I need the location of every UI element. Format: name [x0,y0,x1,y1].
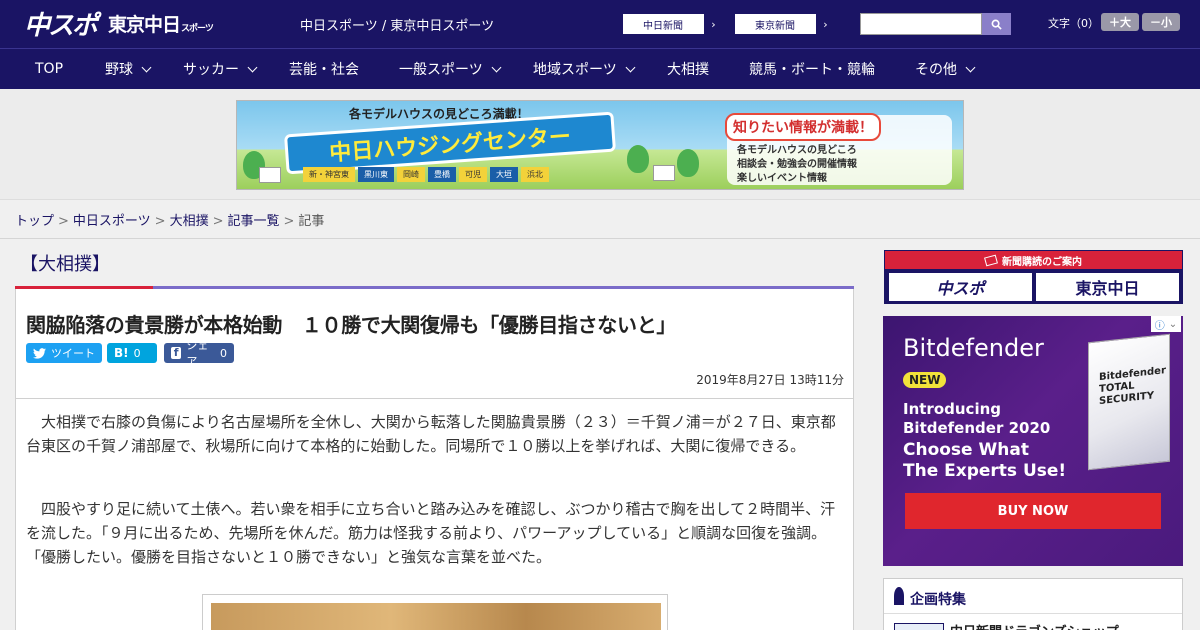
site-header: 中スポ 東京中日スポーツ 中日スポーツ / 東京中日スポーツ 中日新聞 › 東京… [0,0,1200,48]
tokyo-shimbun-link[interactable]: 東京新聞 › [734,13,836,35]
adchoices-icon[interactable]: ⓘ ⌄ [1151,316,1181,332]
banner-city: 豊橋 [428,167,456,182]
site-logo[interactable]: 中スポ 東京中日スポーツ [24,8,214,41]
breadcrumb-link-article-list[interactable]: 記事一覧 [228,214,280,229]
feature-title: 企画特集 [910,592,966,608]
main-nav: TOP 野球 サッカー 芸能・社会 一般スポーツ 地域スポーツ 大相撲 競馬・ボ… [0,48,1200,89]
chunichi-sports-logo[interactable]: 中スポ [24,5,98,42]
ad-line: Choose What [903,440,1029,460]
article-photo[interactable] [211,603,661,630]
facebook-icon: f [171,346,182,359]
nav-sumo[interactable]: 大相撲 [667,49,709,89]
newspaper-icon [984,254,998,266]
nav-soccer[interactable]: サッカー [183,49,258,89]
article-date: 2019年8月27日 13時11分 [696,373,844,387]
hatena-icon: B! [114,346,129,360]
chevron-down-icon [247,62,258,72]
chevron-right-icon: › [703,14,723,34]
banner-city-list: 新・神宮東 黒川東 岡崎 豊橋 可児 大垣 浜北 [303,167,549,182]
font-size-up-button[interactable]: ＋大 [1101,13,1139,31]
chevron-down-icon [965,62,976,72]
nav-general-sports[interactable]: 一般スポーツ [399,49,502,89]
font-size-down-button[interactable]: －小 [1142,13,1180,31]
site-title: 中日スポーツ / 東京中日スポーツ [300,19,495,34]
house-illustration [259,167,281,183]
ad-line: Introducing [903,400,1001,418]
section-title: 【大相撲】 [20,254,110,275]
subscribe-tokyo-chunichi-logo[interactable]: 東京中日 [1036,273,1179,301]
divider [884,613,1182,614]
banner-city: 浜北 [521,167,549,182]
ad-line: Bitdefender 2020 [903,419,1051,437]
tokyo-chunichi-sports-logo[interactable]: 東京中日スポーツ [108,10,214,37]
banner-info-title: 知りたい情報が満載！ [725,113,881,141]
feature-box: 企画特集 中日新聞ドラゴンズショップ [883,578,1183,630]
house-illustration [653,165,675,181]
banner-city: 黒川東 [358,167,394,182]
breadcrumb-link-chunichi-sports[interactable]: 中日スポーツ [73,214,151,229]
chevron-down-icon [491,62,502,72]
banner-info-line: 相談会・勉強会の開催情報 [737,159,857,170]
breadcrumb-link-top[interactable]: トップ [15,214,54,229]
banner-info-line: 楽しいイベント情報 [737,173,827,184]
hatena-count: 0 [133,346,141,360]
article-paragraph: 大相撲で右膝の負傷により名古屋場所を全休し、大関から転落した関脇貴景勝（２３）＝… [26,413,836,455]
hatena-bookmark-button[interactable]: B! 0 [107,343,157,363]
ad-area: 各モデルハウスの見どころ満載！ 中日ハウジングセンター 新・神宮東 黒川東 岡崎… [0,89,1200,200]
facebook-share-button[interactable]: f シェア 0 [164,339,234,368]
chunichi-shimbun-link[interactable]: 中日新聞 › [622,13,724,35]
tree-illustration [677,149,699,177]
ad-line: The Experts Use! [903,461,1067,481]
nav-other[interactable]: その他 [915,49,976,89]
banner-city: 大垣 [490,167,518,182]
banner-city: 可児 [459,167,487,182]
ad-new-badge: NEW [903,372,947,388]
article-headline: 関脇陥落の貴景勝が本格始動 １０勝で大関復帰も「優勝目指さないと」 [26,313,677,337]
feature-thumbnail[interactable] [894,623,944,630]
product-box-image: Bitdefender TOTAL SECURITY [1088,333,1170,471]
buy-now-button[interactable]: BUY NOW [905,493,1161,529]
twitter-icon [33,347,46,359]
font-size-label: 文字（0） [1048,17,1099,30]
nav-baseball[interactable]: 野球 [105,49,152,89]
article-paragraph: 四股やすり足に続いて土俵へ。若い衆を相手に立ち合いと踏み込みを確認し、ぶつかり稽… [26,500,836,566]
divider [0,238,1200,239]
banner-city: 岡崎 [397,167,425,182]
banner-city: 新・神宮東 [303,167,355,182]
breadcrumb: トップ > 中日スポーツ > 大相撲 > 記事一覧 > 記事 [15,214,325,229]
subscription-header: 新聞購読のご案内 [1002,256,1082,268]
tweet-button[interactable]: ツイート [26,343,102,363]
nav-top[interactable]: TOP [35,49,63,89]
banner-info-line: 各モデルハウスの見どころ [737,145,857,156]
breadcrumb-current: 記事 [298,214,325,229]
search-icon [991,19,1002,30]
facebook-count: 0 [220,346,227,360]
nav-regional-sports[interactable]: 地域スポーツ [533,49,636,89]
ad-brand: Bitdefender [903,334,1044,362]
subscribe-chunichi-sports-logo[interactable]: 中スポ [889,273,1032,301]
ribbon-icon [894,587,904,605]
article-photo-frame [202,594,668,630]
tree-illustration [627,145,649,173]
subscription-box[interactable]: 新聞購読のご案内 中スポ 東京中日 [884,250,1183,304]
chevron-down-icon [141,62,152,72]
nav-entertainment[interactable]: 芸能・社会 [289,49,359,89]
search-input[interactable] [860,13,982,35]
chevron-right-icon: › [815,14,835,34]
bitdefender-ad[interactable]: ⓘ ⌄ Bitdefender NEW Introducing Bitdefend… [883,316,1183,566]
housing-center-banner-ad[interactable]: 各モデルハウスの見どころ満載！ 中日ハウジングセンター 新・神宮東 黒川東 岡崎… [236,100,964,190]
search-button[interactable] [982,13,1011,35]
feature-item-link[interactable]: 中日新聞ドラゴンズショップ [950,621,1119,630]
chevron-down-icon [625,62,636,72]
breadcrumb-link-sumo[interactable]: 大相撲 [170,214,209,229]
nav-keiba[interactable]: 競馬・ボート・競輪 [749,49,875,89]
